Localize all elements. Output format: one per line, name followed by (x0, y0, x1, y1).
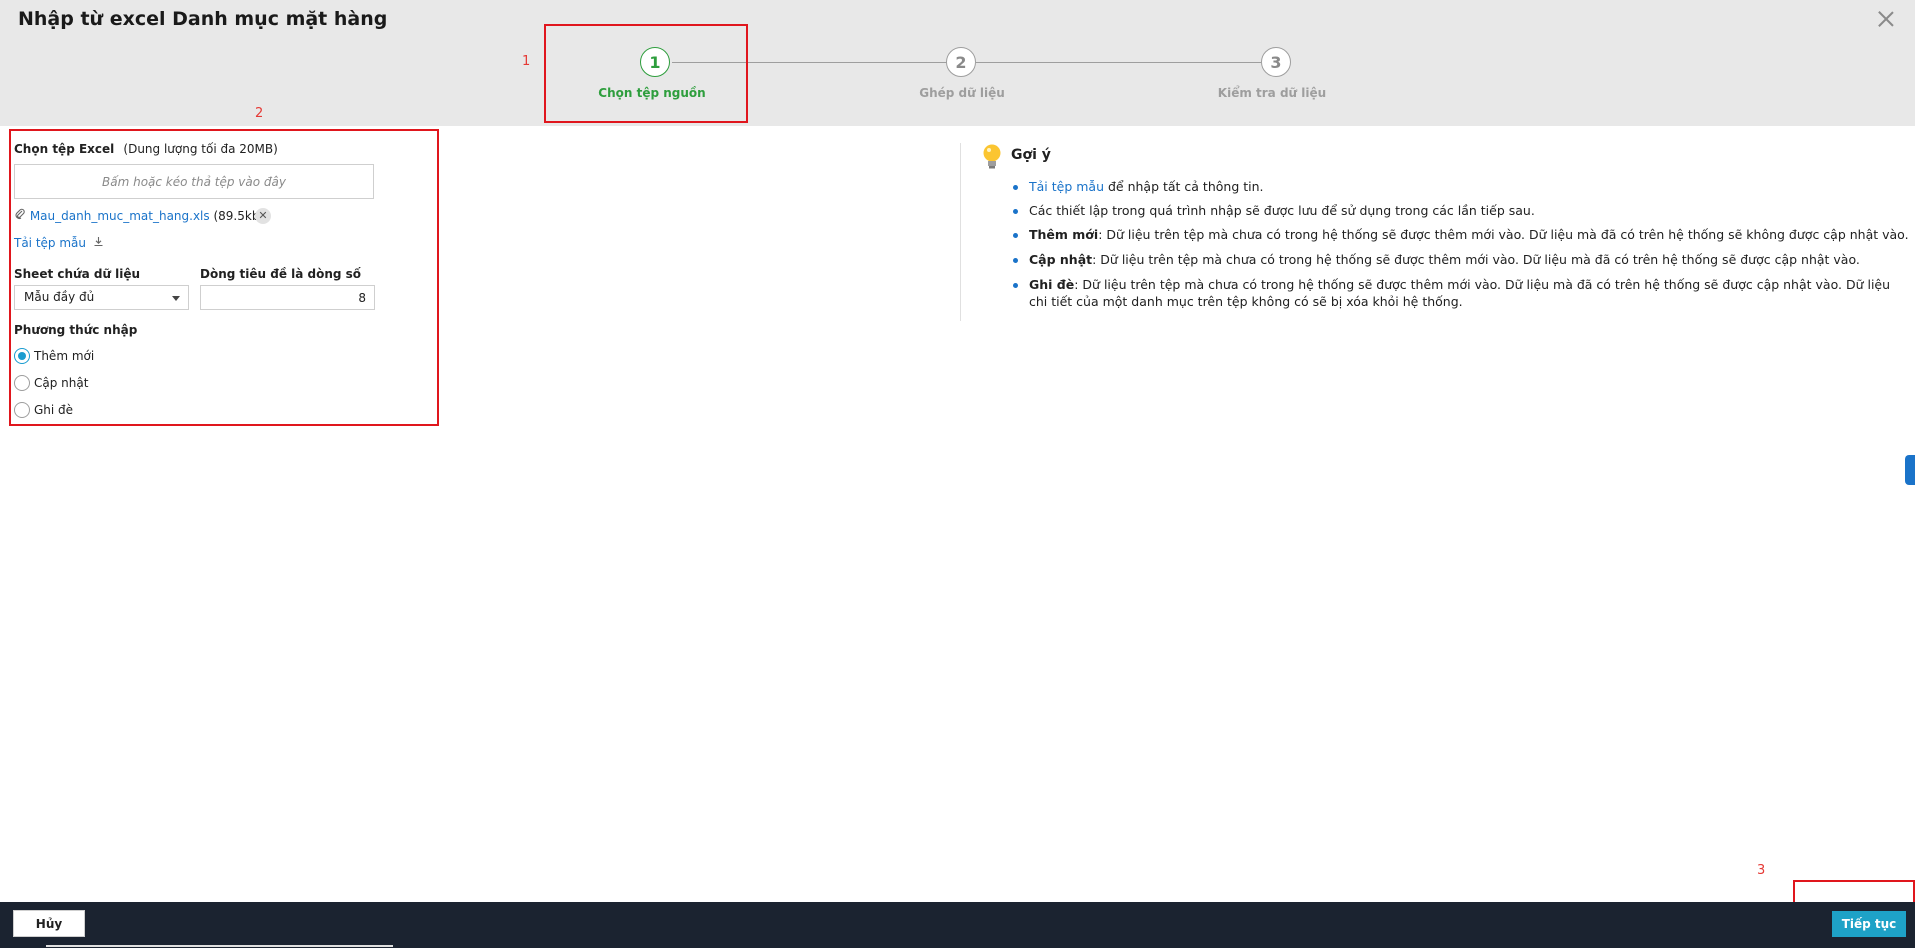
selected-file: Mau_danh_muc_mat_hang.xls (89.5kb) (14, 208, 264, 223)
cancel-button[interactable]: Hủy (13, 910, 85, 937)
step-2-circle[interactable]: 2 (946, 47, 976, 77)
hint-item-3: Thêm mới: Dữ liệu trên tệp mà chưa có tr… (1029, 226, 1909, 243)
download-template-link[interactable]: Tải tệp mẫu (14, 236, 86, 250)
step-3-label: Kiểm tra dữ liệu (1217, 86, 1327, 100)
footer-scroll-indicator (46, 945, 393, 947)
hint-item-3-text: : Dữ liệu trên tệp mà chưa có trong hệ t… (1098, 227, 1909, 242)
sheet-select-value: Mẫu đầy đủ (24, 290, 95, 304)
hint-item-5-text: : Dữ liệu trên tệp mà chưa có trong hệ t… (1029, 277, 1891, 309)
remove-file-icon[interactable]: ✕ (255, 208, 271, 224)
hint-item-1: Tải tệp mẫu để nhập tất cả thông tin. (1029, 178, 1909, 195)
file-name-link[interactable]: Mau_danh_muc_mat_hang.xls (30, 209, 210, 223)
radio-them-moi-label[interactable]: Thêm mới (34, 349, 94, 363)
hint-item-4: Cập nhật: Dữ liệu trên tệp mà chưa có tr… (1029, 251, 1909, 268)
radio-cap-nhat[interactable] (14, 375, 30, 391)
chevron-down-icon (172, 296, 180, 301)
step-connector (976, 62, 1261, 63)
hint-item-3-term: Thêm mới (1029, 227, 1099, 242)
sheet-label: Sheet chứa dữ liệu (14, 267, 141, 281)
hint-title: Gợi ý (1011, 147, 1051, 163)
radio-them-moi[interactable] (14, 348, 30, 364)
file-size-hint: (Dung lượng tối đa 20MB) (123, 142, 278, 156)
hint-item-5-term: Ghi đè (1029, 277, 1075, 292)
annotation-1: 1 (522, 54, 531, 69)
import-method-label: Phương thức nhập (14, 323, 138, 337)
download-template-row: Tải tệp mẫu (14, 236, 104, 250)
close-icon[interactable] (1875, 8, 1897, 30)
header-row-label: Dòng tiêu đề là dòng số (200, 267, 362, 281)
step-2-label: Ghép dữ liệu (919, 86, 1005, 100)
hint-item-5: Ghi đè: Dữ liệu trên tệp mà chưa có tron… (1029, 276, 1909, 310)
hint-bullet (1013, 258, 1018, 263)
hint-bullet (1013, 283, 1018, 288)
hint-item-4-term: Cập nhật (1029, 252, 1093, 267)
lightbulb-icon (981, 143, 1003, 175)
side-panel-toggle[interactable] (1905, 455, 1915, 485)
radio-cap-nhat-label[interactable]: Cập nhật (34, 376, 88, 390)
file-label: Chọn tệp Excel (14, 142, 115, 156)
hint-bullet (1013, 185, 1018, 190)
hint-item-4-text: : Dữ liệu trên tệp mà chưa có trong hệ t… (1092, 252, 1860, 267)
header-row-input[interactable] (200, 285, 375, 310)
annotation-box-steps (544, 24, 748, 123)
annotation-2: 2 (255, 106, 264, 121)
sheet-select[interactable]: Mẫu đầy đủ (14, 285, 189, 310)
hint-bullet (1013, 233, 1018, 238)
annotation-3: 3 (1757, 863, 1766, 878)
dialog-header: Nhập từ excel Danh mục mặt hàng 1 Chọn t… (0, 0, 1915, 126)
hint-item-1-text: để nhập tất cả thông tin. (1104, 179, 1264, 194)
vertical-divider (960, 143, 961, 321)
file-label-row: Chọn tệp Excel (Dung lượng tối đa 20MB) (14, 142, 278, 157)
attachment-icon (14, 208, 30, 223)
dialog-footer (0, 902, 1915, 948)
radio-ghi-de[interactable] (14, 402, 30, 418)
hint-download-template-link[interactable]: Tải tệp mẫu (1029, 179, 1104, 194)
dialog-title: Nhập từ excel Danh mục mặt hàng (18, 8, 388, 30)
radio-ghi-de-label[interactable]: Ghi đè (34, 403, 73, 417)
download-icon[interactable] (93, 236, 104, 250)
hint-item-2: Các thiết lập trong quá trình nhập sẽ đư… (1029, 203, 1535, 218)
step-3-circle[interactable]: 3 (1261, 47, 1291, 77)
file-dropzone[interactable]: Bấm hoặc kéo thả tệp vào đây (14, 164, 374, 199)
continue-button[interactable]: Tiếp tục (1832, 911, 1906, 937)
hint-bullet (1013, 209, 1018, 214)
